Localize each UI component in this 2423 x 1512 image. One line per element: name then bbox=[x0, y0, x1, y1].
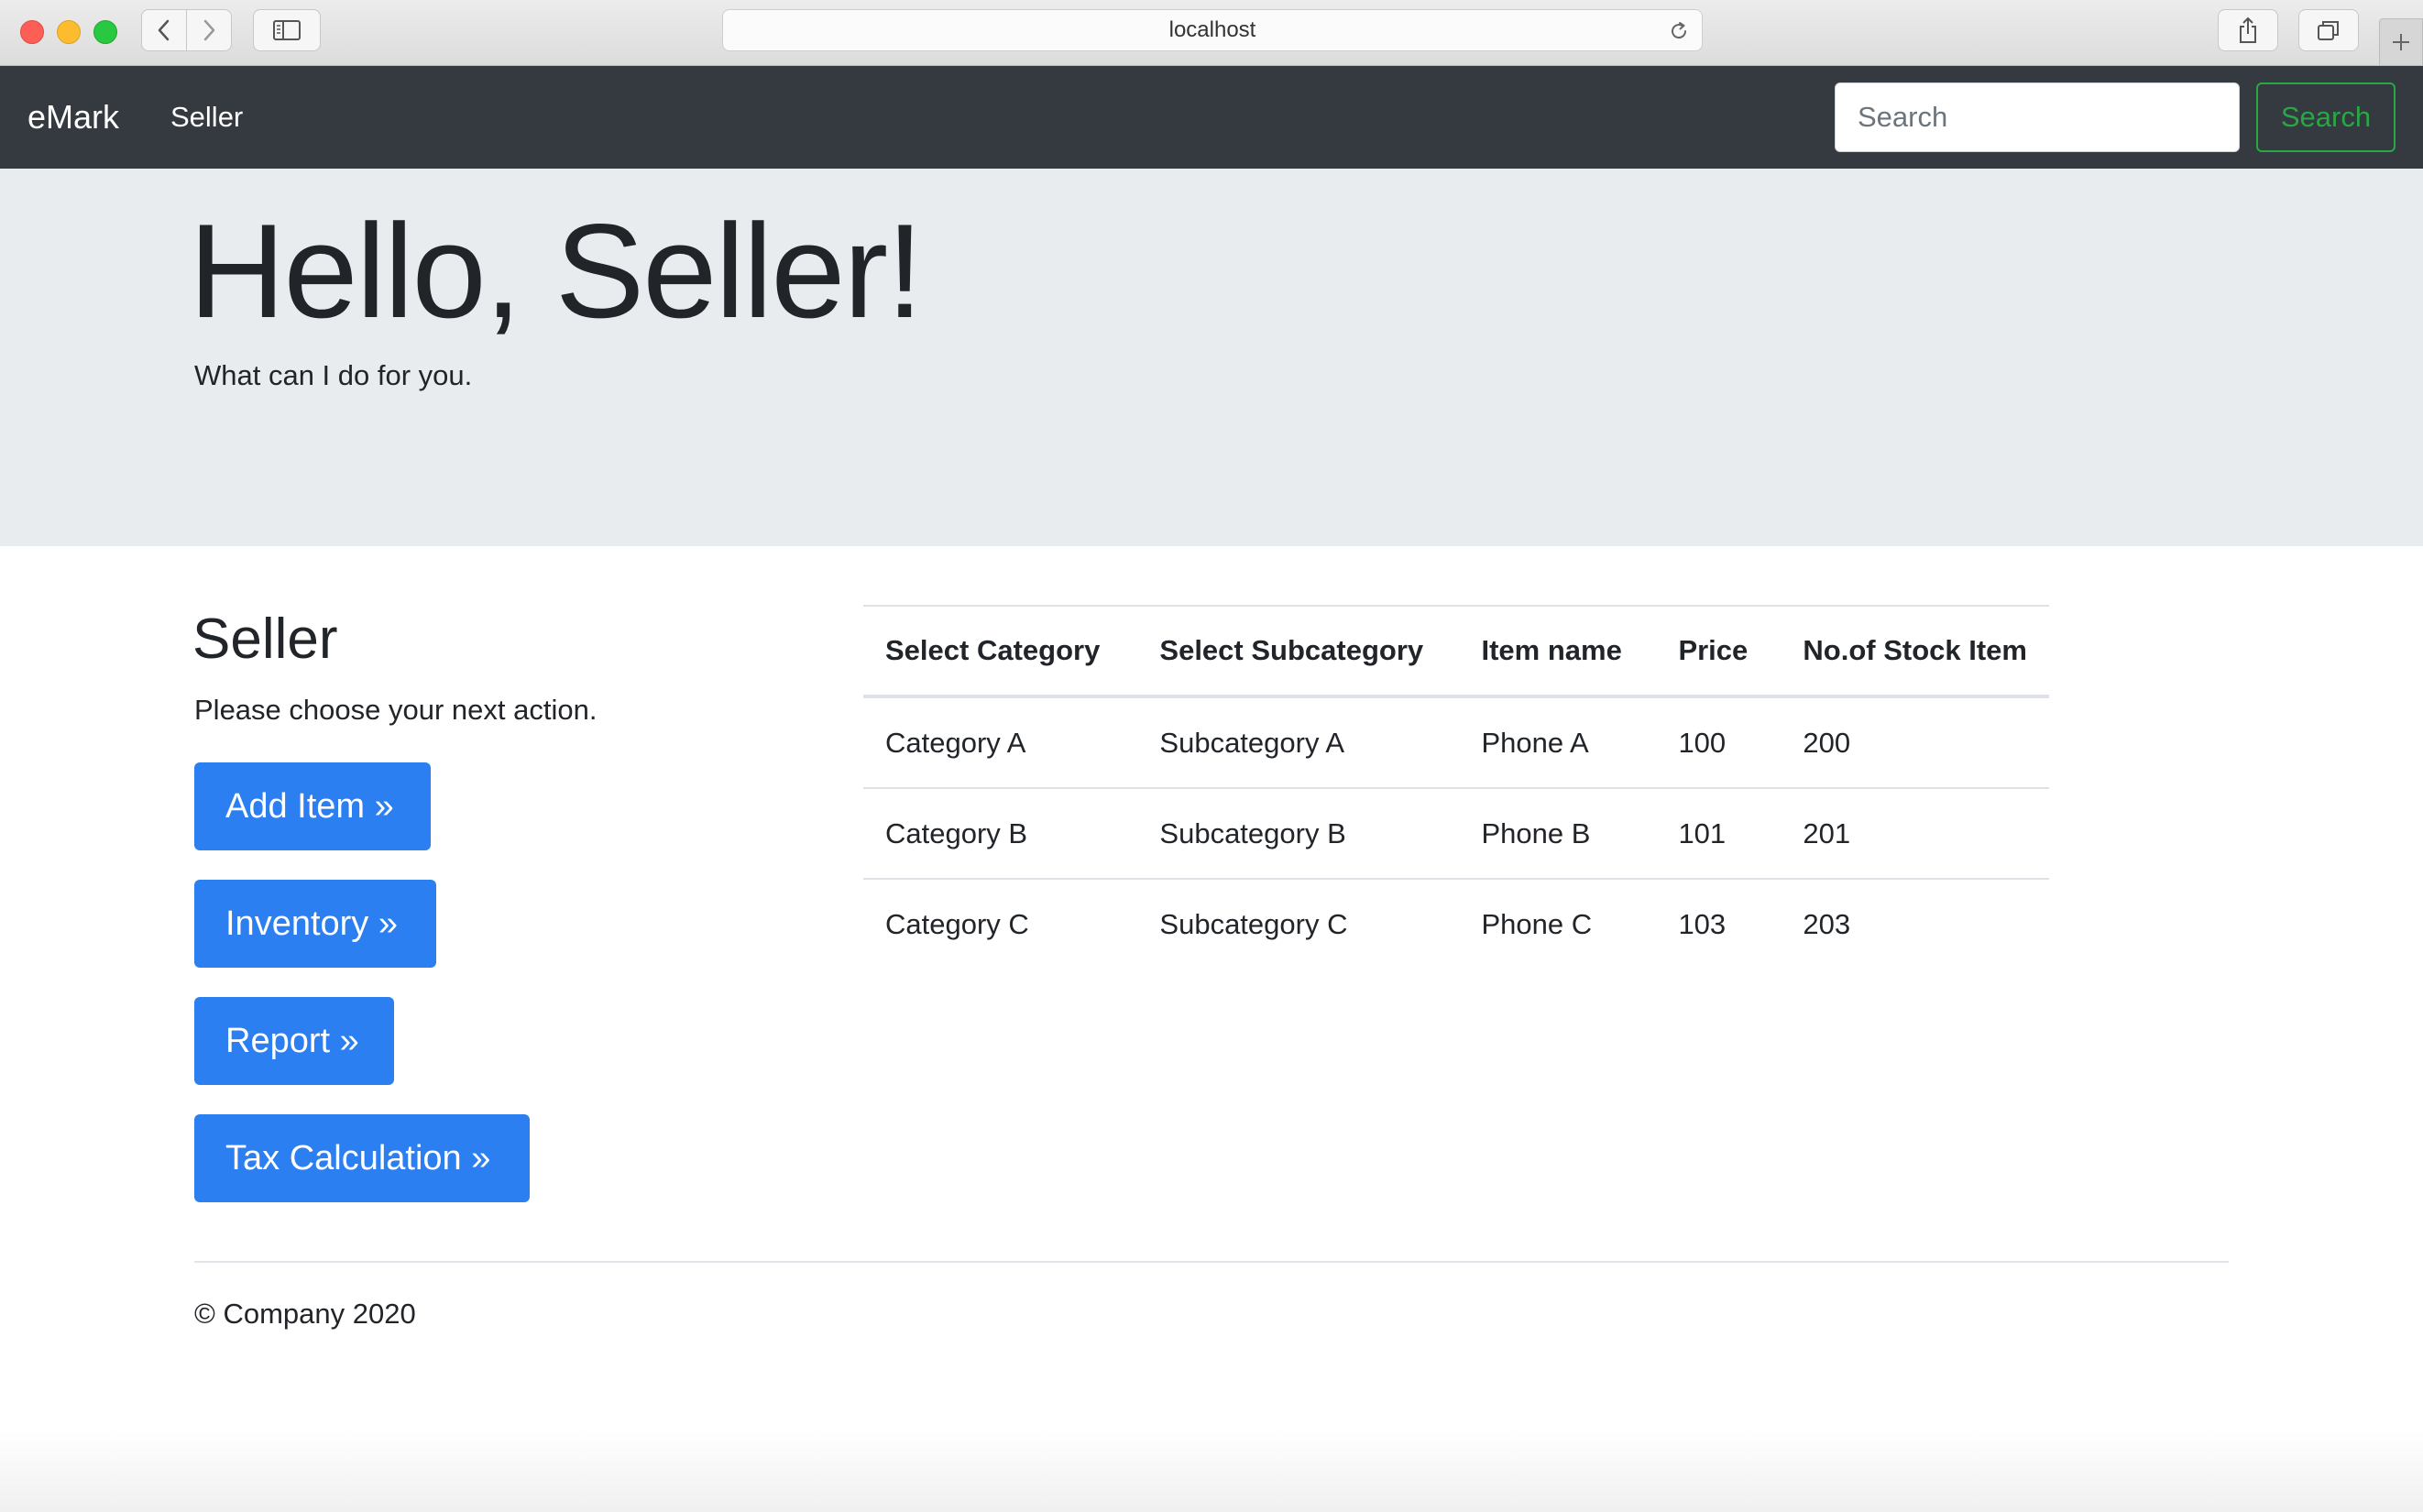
footer-divider bbox=[194, 1261, 2229, 1263]
table-row: Category C Subcategory C Phone C 103 203 bbox=[863, 878, 2049, 969]
table-header-row: Select Category Select Subcategory Item … bbox=[863, 605, 2049, 698]
close-window-button[interactable] bbox=[20, 20, 44, 44]
chevron-left-icon bbox=[158, 19, 170, 41]
column-header: Price bbox=[1656, 605, 1782, 698]
table-cell: Phone A bbox=[1481, 726, 1589, 759]
maximize-window-button[interactable] bbox=[93, 20, 117, 44]
column-header: Select Subcategory bbox=[1137, 605, 1460, 698]
table-cell: Category A bbox=[885, 726, 1026, 759]
table-cell: Subcategory B bbox=[1137, 787, 1460, 879]
tax-calculation-button[interactable]: Tax Calculation » bbox=[194, 1114, 530, 1202]
table-cell: 200 bbox=[1803, 726, 1851, 759]
search-input[interactable] bbox=[1835, 82, 2240, 152]
page-title: Hello, Seller! bbox=[189, 196, 924, 345]
navbar: eMark Seller Search bbox=[0, 66, 2423, 169]
column-header: Item name bbox=[1459, 605, 1657, 698]
section-subheading: Please choose your next action. bbox=[194, 694, 598, 726]
table-cell: Category B bbox=[863, 787, 1138, 879]
lead-text: What can I do for you. bbox=[194, 359, 473, 391]
forward-button[interactable] bbox=[186, 9, 232, 51]
footer-copyright: © Company 2020 bbox=[194, 1298, 416, 1330]
table-cell: 100 bbox=[1678, 726, 1727, 759]
column-header: Select Category bbox=[863, 605, 1138, 698]
url-text: localhost bbox=[1168, 17, 1256, 42]
sidebar-toggle-button[interactable] bbox=[253, 9, 321, 51]
browser-window: localhost eMark Seller Search Search Hel… bbox=[0, 0, 2423, 1512]
tabs-icon bbox=[2318, 21, 2339, 40]
plus-icon bbox=[2393, 34, 2409, 50]
search-button[interactable]: Search bbox=[2256, 82, 2396, 152]
table-row: Category B Subcategory B Phone B 101 201 bbox=[863, 787, 2049, 879]
items-table: Select Category Select Subcategory Item … bbox=[863, 605, 2049, 969]
table-cell: Phone C bbox=[1459, 878, 1657, 969]
table-cell: 201 bbox=[1781, 787, 2049, 879]
new-tab-button[interactable] bbox=[2379, 18, 2423, 66]
report-button[interactable]: Report » bbox=[194, 997, 394, 1085]
table-cell: 203 bbox=[1781, 878, 2049, 969]
tab-overview-button[interactable] bbox=[2298, 9, 2359, 51]
brand-logo[interactable]: eMark bbox=[27, 66, 119, 169]
chevron-right-icon bbox=[203, 19, 215, 41]
page-bottom bbox=[0, 1430, 2423, 1512]
reload-icon[interactable] bbox=[1667, 19, 1691, 43]
minimize-window-button[interactable] bbox=[57, 20, 81, 44]
table-cell: 101 bbox=[1656, 787, 1782, 879]
add-item-button[interactable]: Add Item » bbox=[194, 762, 431, 850]
table-cell: Phone B bbox=[1459, 787, 1657, 879]
section-heading: Seller bbox=[192, 608, 338, 671]
back-button[interactable] bbox=[141, 9, 187, 51]
table-cell: Category C bbox=[863, 878, 1138, 969]
table-row: Category A Subcategory A Phone A 100 200 bbox=[863, 696, 2049, 788]
jumbotron: Hello, Seller! What can I do for you. bbox=[0, 169, 2423, 546]
share-button[interactable] bbox=[2218, 9, 2278, 51]
table-cell: 103 bbox=[1656, 878, 1782, 969]
table-cell: Subcategory A bbox=[1159, 726, 1345, 759]
table-cell: Subcategory C bbox=[1137, 878, 1460, 969]
sidebar-icon bbox=[273, 20, 301, 40]
browser-toolbar: localhost bbox=[0, 0, 2423, 66]
inventory-button[interactable]: Inventory » bbox=[194, 880, 436, 968]
address-bar[interactable]: localhost bbox=[722, 9, 1703, 51]
column-header: No.of Stock Item bbox=[1781, 605, 2049, 698]
share-icon bbox=[2240, 16, 2256, 43]
nav-link-seller[interactable]: Seller bbox=[170, 66, 243, 169]
